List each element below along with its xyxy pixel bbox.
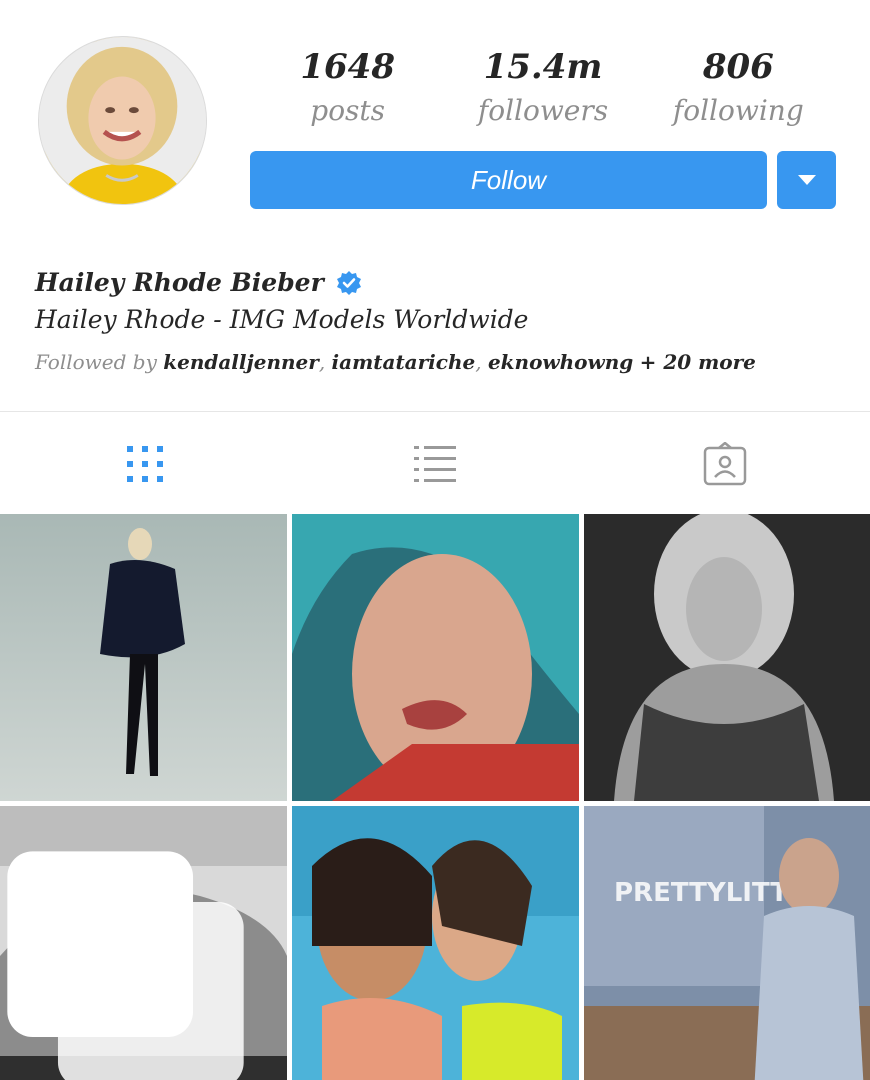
caret-down-icon [797, 175, 816, 185]
list-icon[interactable] [413, 442, 457, 486]
following-count: 806 [702, 47, 774, 87]
posts-label: posts [310, 94, 386, 127]
verified-badge-icon [336, 270, 361, 295]
following-label: following [672, 94, 804, 127]
followed-by-prefix: Followed by [35, 350, 157, 374]
post-thumbnail[interactable] [292, 514, 579, 801]
avatar-image [39, 37, 206, 204]
post-thumbnail[interactable] [0, 514, 287, 801]
post-thumbnail[interactable] [292, 806, 579, 1080]
grid-icon[interactable] [123, 442, 167, 486]
profile-name: Hailey Rhode Bieber [35, 268, 324, 297]
stat-following[interactable]: 806 following [641, 44, 836, 134]
followed-by-user[interactable]: iamtatariche [332, 350, 476, 374]
post-image [292, 806, 579, 1080]
followers-count: 15.4m [483, 47, 603, 87]
profile-name-row: Hailey Rhode Bieber [35, 268, 362, 297]
profile-bio: Hailey Rhode - IMG Models Worldwide [35, 305, 529, 334]
follow-button[interactable]: Follow [250, 151, 767, 209]
suggested-dropdown-button[interactable] [777, 151, 836, 209]
stat-posts[interactable]: 1648 posts [250, 44, 445, 134]
posts-grid: PRETTYLITTLE [0, 514, 870, 1080]
followed-by[interactable]: Followed by kendalljenner, iamtatariche,… [35, 350, 756, 374]
post-thumbnail[interactable] [0, 806, 287, 1080]
stat-followers[interactable]: 15.4m followers [445, 44, 640, 134]
followed-by-more[interactable]: + 20 more [640, 350, 756, 374]
profile-avatar[interactable] [38, 36, 207, 205]
followed-by-user[interactable]: kendalljenner [163, 350, 319, 374]
carousel-multi-icon [7, 851, 244, 1080]
post-thumbnail[interactable]: PRETTYLITTLE [584, 806, 870, 1080]
profile-view-tabs [0, 412, 870, 512]
followed-by-user[interactable]: eknowhowng [488, 350, 633, 374]
tagged-person-icon[interactable] [703, 442, 747, 486]
profile-stats: 1648 posts 15.4m followers 806 following [250, 44, 836, 134]
profile-header: 1648 posts 15.4m followers 806 following… [0, 0, 870, 410]
posts-count: 1648 [300, 47, 395, 87]
followers-label: followers [477, 94, 609, 127]
post-image: PRETTYLITTLE [584, 806, 870, 1080]
post-image [584, 514, 870, 801]
post-image [292, 514, 579, 801]
post-thumbnail[interactable] [584, 514, 870, 801]
post-image [0, 514, 287, 801]
